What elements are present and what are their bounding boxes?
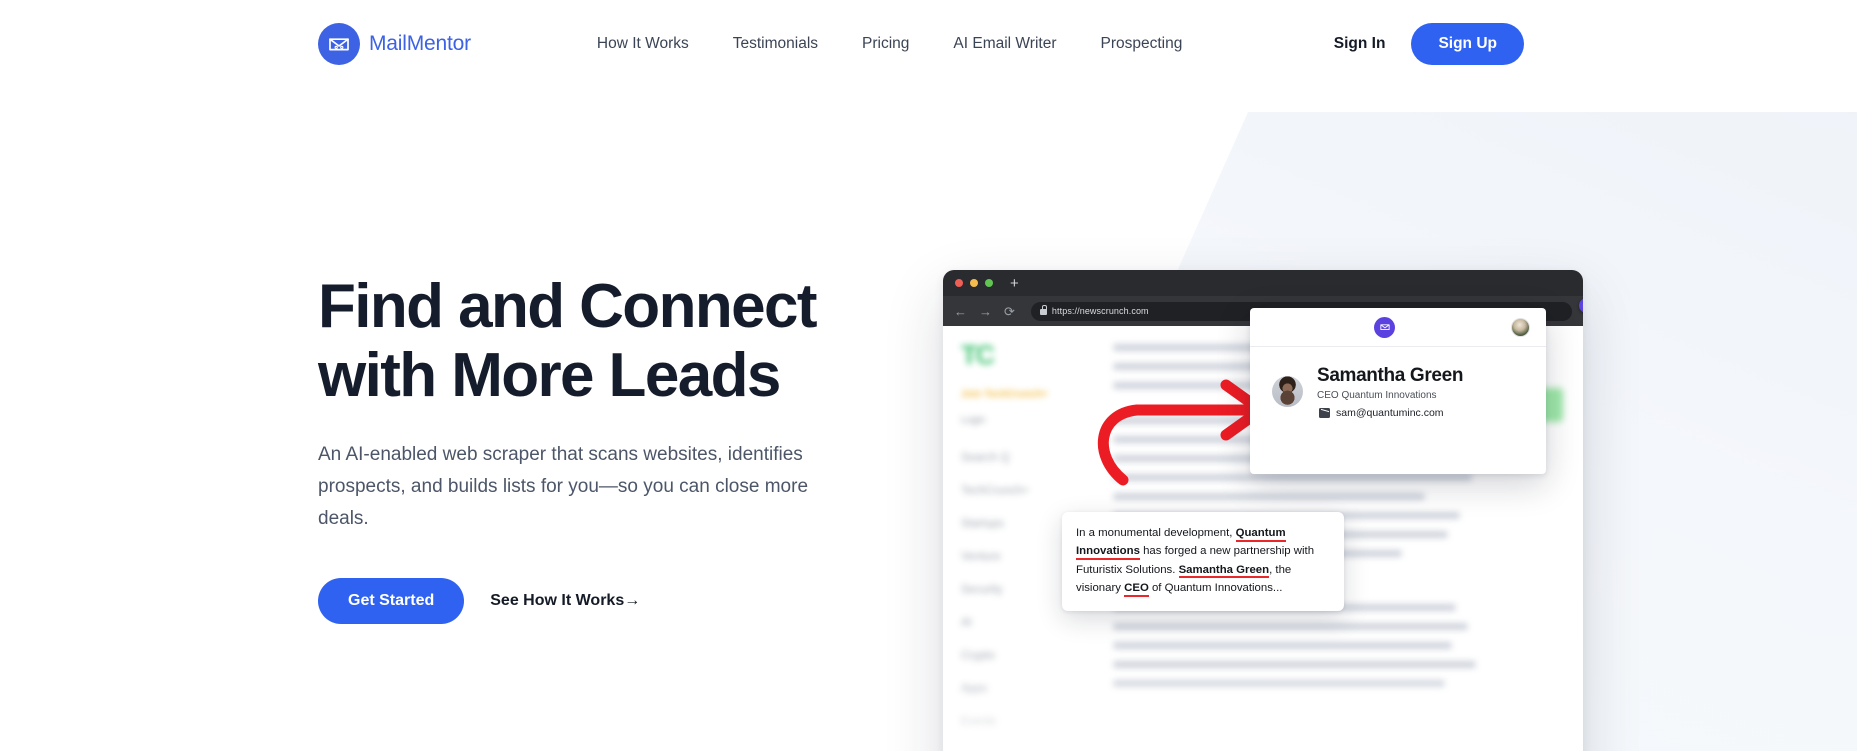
- site-logo[interactable]: TC: [961, 342, 1091, 369]
- nav-links: How It Works Testimonials Pricing AI Ema…: [597, 35, 1182, 53]
- tooltip-segment-highlight: Samantha Green: [1178, 563, 1270, 579]
- nav-actions: Sign In Sign Up: [1334, 23, 1524, 65]
- browser-titlebar: +: [943, 270, 1583, 296]
- sidebar-login-link[interactable]: Login: [961, 415, 1091, 426]
- sidebar-item-techcrunch-plus[interactable]: TechCrunch+: [961, 485, 1091, 497]
- user-avatar[interactable]: [1511, 317, 1530, 337]
- get-started-button[interactable]: Get Started: [318, 577, 465, 624]
- reload-icon[interactable]: ⟳: [1004, 305, 1015, 318]
- envelope-icon: [318, 23, 360, 65]
- nav-link-how-it-works[interactable]: How It Works: [597, 35, 689, 53]
- article-text-line: [1113, 474, 1472, 481]
- email-icon: [1319, 407, 1330, 418]
- nav-link-pricing[interactable]: Pricing: [862, 35, 909, 53]
- arrow-left-icon[interactable]: ←: [954, 305, 967, 318]
- tooltip-text: In a monumental development, Quantum Inn…: [1076, 524, 1330, 598]
- brand-logo[interactable]: MailMentor: [318, 23, 471, 65]
- see-how-it-works-link[interactable]: See How It Works→: [490, 592, 640, 610]
- tooltip-segment: of Quantum Innovations...: [1148, 582, 1283, 595]
- article-text-line: [1113, 623, 1468, 630]
- address-bar-url: https://newscrunch.com: [1051, 306, 1149, 316]
- contact-name: Samantha Green: [1317, 365, 1464, 386]
- contact-email-row[interactable]: sam@quantuminc.com: [1319, 407, 1463, 419]
- contact-details: Samantha Green CEO Quantum Innovations s…: [1317, 365, 1463, 419]
- sign-in-link[interactable]: Sign In: [1334, 35, 1386, 53]
- hero-section: Find and Connect with More Leads An AI-e…: [318, 272, 848, 624]
- landing-page: MailMentor How It Works Testimonials Pri…: [0, 0, 1857, 751]
- article-text-line: [1113, 680, 1445, 687]
- tooltip-segment: In a monumental development,: [1076, 527, 1236, 539]
- hero-subtitle: An AI-enabled web scraper that scans web…: [318, 443, 809, 529]
- nav-link-prospecting[interactable]: Prospecting: [1100, 35, 1182, 53]
- brand-name: MailMentor: [369, 32, 471, 55]
- top-navigation-bar: MailMentor How It Works Testimonials Pri…: [0, 0, 1857, 88]
- contact-role: CEO Quantum Innovations: [1317, 389, 1437, 401]
- sidebar-item-crypto[interactable]: Crypto: [961, 650, 1091, 662]
- arrow-right-icon[interactable]: →: [979, 305, 992, 318]
- article-text-line: [1113, 642, 1453, 649]
- article-text-line: [1113, 493, 1425, 500]
- contact-email: sam@quantuminc.com: [1336, 406, 1444, 419]
- nav-link-ai-email-writer[interactable]: AI Email Writer: [953, 35, 1056, 53]
- sidebar-promo[interactable]: Join TechCrunch+: [961, 389, 1091, 400]
- popup-header: [1250, 308, 1546, 347]
- contact-avatar: [1272, 376, 1303, 408]
- window-minimize-icon[interactable]: [970, 279, 978, 287]
- mailmentor-extension-popup: Samantha Green CEO Quantum Innovations s…: [1250, 308, 1546, 474]
- lock-icon: [1039, 305, 1048, 315]
- nav-link-testimonials[interactable]: Testimonials: [733, 35, 818, 53]
- sidebar-item-search[interactable]: Search Q: [961, 452, 1091, 464]
- window-maximize-icon[interactable]: [985, 279, 993, 287]
- sidebar-item-events[interactable]: Events: [961, 716, 1091, 728]
- new-tab-icon[interactable]: +: [1010, 276, 1019, 291]
- site-logo-text: TC: [961, 340, 995, 370]
- mailmentor-extension-icon[interactable]: [1579, 297, 1583, 313]
- hero-cta-group: Get Started See How It Works→: [318, 577, 848, 624]
- sidebar-item-ai[interactable]: AI: [961, 617, 1091, 629]
- popup-contact-card: Samantha Green CEO Quantum Innovations s…: [1250, 347, 1546, 419]
- tooltip-segment-highlight: CEO: [1124, 582, 1149, 597]
- window-close-icon[interactable]: [955, 279, 963, 287]
- sidebar-item-apps[interactable]: Apps: [961, 683, 1091, 695]
- article-text-line: [1113, 661, 1476, 668]
- envelope-icon: [1374, 316, 1395, 338]
- sign-up-button[interactable]: Sign Up: [1411, 23, 1524, 65]
- page-title: Find and Connect with More Leads: [318, 272, 818, 411]
- article-highlight-tooltip: In a monumental development, Quantum Inn…: [1062, 512, 1344, 611]
